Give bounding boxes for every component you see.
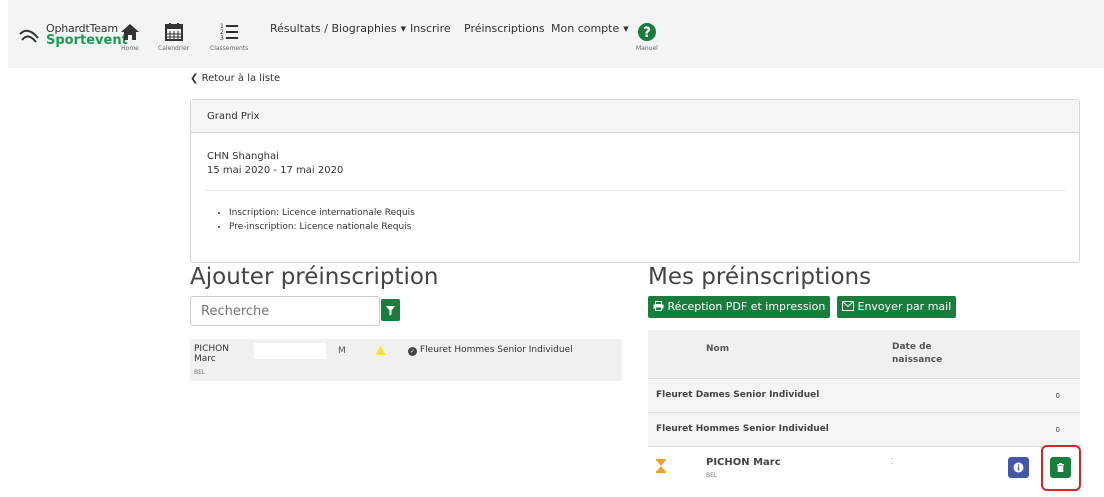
event-group-count: 0 — [1055, 392, 1060, 400]
nav-calendar-label: Calendrier — [158, 45, 190, 52]
entry-birthdate-blurred: ⁚ — [891, 457, 894, 466]
nav-rankings-label: Classements — [210, 45, 249, 52]
nav-results-label: Résultats / Biographies — [270, 22, 397, 35]
result-event: ✓ Fleuret Hommes Senior Individuel — [408, 345, 573, 356]
event-group-title: Fleuret Dames Senior Individuel — [656, 390, 820, 400]
svg-text:3: 3 — [220, 35, 224, 42]
home-icon — [121, 24, 139, 40]
nav-home-label: Home — [121, 45, 139, 52]
chevron-left-icon: ❮ — [190, 73, 199, 84]
table-header: Nom Date de naissance — [648, 330, 1080, 378]
result-dob-blank — [254, 343, 326, 359]
competition-panel: Grand Prix CHN Shanghai 15 mai 2020 - 17… — [190, 99, 1080, 263]
send-mail-label: Envoyer par mail — [857, 300, 952, 313]
warning-icon — [375, 345, 386, 355]
result-last-name: PICHON — [194, 344, 229, 354]
column-name: Nom — [706, 344, 730, 354]
nav-preregistrations[interactable]: Préinscriptions — [464, 22, 545, 35]
result-event-label: Fleuret Hommes Senior Individuel — [420, 345, 573, 355]
back-to-list-label: Retour à la liste — [201, 73, 281, 84]
column-birthdate-line2: naissance — [892, 355, 943, 365]
entry-name: PICHON Marc — [706, 457, 781, 468]
my-preregistrations-heading: Mes préinscriptions — [648, 264, 872, 290]
nav-results-dropdown[interactable]: Résultats / Biographies ▼ — [270, 22, 406, 35]
requirements-list: Inscription: Licence internationale Requ… — [229, 206, 415, 234]
nav-account-label: Mon compte — [551, 22, 620, 35]
nav-rankings[interactable]: 1 2 3 Classements — [210, 22, 248, 52]
caret-down-icon: ▼ — [623, 25, 629, 33]
svg-text:?: ? — [643, 25, 651, 41]
entry-country: BEL — [706, 472, 718, 479]
search-input[interactable] — [190, 296, 380, 326]
nav-manual-label: Manuel — [636, 45, 658, 52]
back-to-list-link[interactable]: ❮ Retour à la liste — [190, 73, 280, 84]
nav-manual[interactable]: ? Manuel — [636, 22, 658, 52]
event-group-count: 0 — [1055, 426, 1060, 434]
caret-down-icon: ▼ — [400, 25, 406, 33]
column-birthdate-line1: Date de — [892, 342, 932, 352]
search-result-row[interactable]: PICHON Marc BEL M ✓ Fleuret Hommes Senior… — [190, 339, 622, 381]
filter-button[interactable] — [381, 299, 400, 321]
check-circle-icon: ✓ — [408, 347, 417, 356]
nav-calendar[interactable]: Calendrier — [158, 22, 189, 52]
send-mail-button[interactable]: Envoyer par mail — [837, 296, 957, 318]
hourglass-icon — [656, 459, 666, 473]
brand-subtitle: Sportevent — [46, 33, 128, 48]
nav-account-dropdown[interactable]: Mon compte ▼ — [551, 22, 629, 35]
print-icon — [653, 301, 664, 311]
result-name: PICHON Marc — [194, 344, 229, 364]
result-sex: M — [338, 346, 346, 356]
event-group-row: Fleuret Dames Senior Individuel 0 — [648, 378, 1080, 412]
event-group-row: Fleuret Hommes Senior Individuel 0 — [648, 412, 1080, 446]
competition-dates: 15 mai 2020 - 17 mai 2020 — [207, 165, 344, 176]
result-first-name: Marc — [194, 354, 216, 364]
help-icon: ? — [637, 23, 656, 41]
requirement-item: Pre-inscription: Licence nationale Requi… — [229, 220, 415, 234]
requirement-item: Inscription: Licence internationale Requ… — [229, 206, 415, 220]
event-group-title: Fleuret Hommes Senior Individuel — [656, 424, 829, 434]
nav-register[interactable]: Inscrire — [410, 22, 451, 35]
competition-place: CHN Shanghai — [207, 151, 279, 162]
logo-mark-icon — [19, 29, 39, 43]
ophardt-logo[interactable]: OphardtTeam Sportevent — [18, 22, 128, 52]
column-birthdate: Date de naissance — [892, 341, 942, 367]
pdf-print-label: Réception PDF et impression — [667, 300, 826, 313]
add-preregistration-heading: Ajouter préinscription — [190, 264, 439, 290]
nav-home[interactable]: Home — [120, 22, 140, 52]
filter-icon — [386, 306, 395, 316]
top-navbar: OphardtTeam Sportevent Home Calendrier 1… — [8, 0, 1104, 68]
info-button[interactable] — [1008, 457, 1029, 478]
info-icon — [1013, 462, 1024, 473]
pdf-print-button[interactable]: Réception PDF et impression — [648, 296, 831, 318]
competition-type: Grand Prix — [191, 100, 1079, 133]
envelope-icon — [842, 301, 854, 311]
delete-highlight-frame — [1041, 445, 1081, 491]
entry-row: PICHON Marc BEL ⁚ — [648, 445, 1081, 497]
calendar-icon — [164, 23, 183, 41]
result-country: BEL — [194, 369, 206, 376]
ranked-list-icon: 1 2 3 — [220, 23, 239, 42]
divider — [205, 190, 1065, 191]
